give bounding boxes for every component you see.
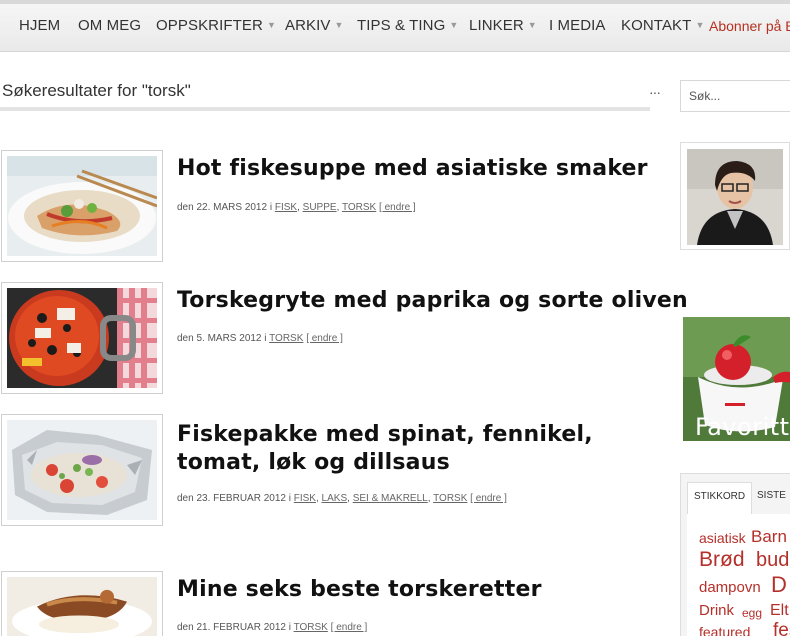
post-title[interactable]: Mine seks beste torskeretter xyxy=(177,576,542,604)
post-meta: den 23. FEBRUAR 2012 i FISK, LAKS, SEI &… xyxy=(177,493,507,504)
chevron-down-icon: ▼ xyxy=(449,20,459,30)
category-link[interactable]: TORSK xyxy=(433,493,467,504)
search-input[interactable] xyxy=(680,80,790,112)
edit-link[interactable]: [ endre ] xyxy=(379,202,416,213)
chevron-down-icon: ▼ xyxy=(266,20,276,30)
post-title[interactable]: Fiskepakke med spinat, fennikel, tomat, … xyxy=(177,421,647,477)
category-link[interactable]: SEI & MAKRELL xyxy=(353,493,428,504)
post-meta-in: i xyxy=(264,333,267,344)
nav-item-oppskrifter[interactable]: OPPSKRIFTER ▼ xyxy=(156,17,276,34)
nav-item-tips-ting[interactable]: TIPS & TING ▼ xyxy=(357,17,458,34)
chevron-down-icon: ▼ xyxy=(695,20,705,30)
post-thumbnail-fish-parcel[interactable] xyxy=(1,414,163,526)
category-link[interactable]: FISK xyxy=(294,493,316,504)
more-icon[interactable]: ··· xyxy=(649,84,661,100)
nav-label: HJEM xyxy=(19,17,61,34)
post-thumbnail-cod-dishes[interactable] xyxy=(1,571,163,636)
nav-label: OPPSKRIFTER xyxy=(156,17,263,34)
nav-item-hjem[interactable]: HJEM xyxy=(19,17,60,34)
tab-siste[interactable]: SISTE xyxy=(751,482,790,509)
tag-link[interactable]: Drink xyxy=(699,602,734,619)
post-thumbnail-cod-stew[interactable] xyxy=(1,282,163,394)
page-title: Søkeresultater for "torsk" xyxy=(2,81,191,100)
nav-label: LINKER xyxy=(469,17,524,34)
favorites-label: Favoritte xyxy=(695,413,790,441)
tag-link[interactable]: asiatisk xyxy=(699,530,746,546)
tag-link[interactable]: dampovn xyxy=(699,579,761,596)
fish-soup-image xyxy=(7,156,157,256)
tag-link[interactable]: Barn xyxy=(751,527,787,547)
post-meta-in: i xyxy=(288,493,291,504)
post-date: den 23. FEBRUAR 2012 xyxy=(177,493,286,504)
post-meta-in: i xyxy=(288,622,291,633)
category-link[interactable]: TORSK xyxy=(269,333,303,344)
category-link[interactable]: FISK xyxy=(275,202,297,213)
nav-label: TIPS & TING xyxy=(357,17,446,34)
post-meta-in: i xyxy=(269,202,273,213)
category-link[interactable]: TORSK xyxy=(342,202,376,213)
tags-widget: STIKKORD SISTE asiatisk Barn Brød bud da… xyxy=(680,473,790,636)
subscribe-link[interactable]: Abonner på B xyxy=(709,18,790,34)
nav-item-linker[interactable]: LINKER ▼ xyxy=(469,17,537,34)
tag-cloud: asiatisk Barn Brød bud dampovn D Drink e… xyxy=(687,514,790,636)
post-date: den 5. MARS 2012 xyxy=(177,333,262,344)
nav-item-i-media[interactable]: I MEDIA xyxy=(549,17,606,34)
nav-label: KONTAKT xyxy=(621,17,692,34)
post-meta: den 5. MARS 2012 i TORSK [ endre ] xyxy=(177,333,343,344)
chevron-down-icon: ▼ xyxy=(334,20,344,30)
nav-label: I MEDIA xyxy=(549,17,606,34)
tag-link[interactable]: bud xyxy=(756,549,789,572)
category-link[interactable]: TORSK xyxy=(294,622,328,633)
post-date: den 22. MARS 2012 xyxy=(177,202,268,213)
category-link[interactable]: SUPPE xyxy=(303,202,337,213)
tag-link[interactable]: Elt xyxy=(770,602,789,620)
nav-item-kontakt[interactable]: KONTAKT ▼ xyxy=(621,17,704,34)
post-meta: den 22. MARS 2012 i FISK, SUPPE, TORSK [… xyxy=(177,202,416,213)
post-thumbnail-fish-soup[interactable] xyxy=(1,150,163,262)
cod-stew-image xyxy=(7,288,157,388)
nav-item-om-meg[interactable]: OM MEG xyxy=(78,17,141,34)
post-title[interactable]: Torskegryte med paprika og sorte oliven xyxy=(177,287,688,315)
nav-item-arkiv[interactable]: ARKIV ▼ xyxy=(285,17,344,34)
nav-label: ARKIV xyxy=(285,17,331,34)
chevron-down-icon: ▼ xyxy=(527,20,537,30)
tag-link[interactable]: Brød xyxy=(699,548,745,572)
cod-dishes-image xyxy=(7,577,157,636)
edit-link[interactable]: [ endre ] xyxy=(306,333,343,344)
tag-link[interactable]: featured xyxy=(699,624,750,636)
fish-parcel-image xyxy=(7,420,157,520)
tag-link[interactable]: D xyxy=(771,572,787,598)
tab-stikkord[interactable]: STIKKORD xyxy=(687,482,753,514)
edit-link[interactable]: [ endre ] xyxy=(331,622,368,633)
post-date: den 21. FEBRUAR 2012 xyxy=(177,622,286,633)
edit-link[interactable]: [ endre ] xyxy=(470,493,507,504)
author-avatar[interactable] xyxy=(680,142,790,250)
post-title[interactable]: Hot fiskesuppe med asiatiske smaker xyxy=(177,155,648,183)
title-divider xyxy=(0,107,650,111)
post-meta: den 21. FEBRUAR 2012 i TORSK [ endre ] xyxy=(177,622,367,633)
tag-link[interactable]: fes xyxy=(773,620,790,636)
author-photo xyxy=(687,149,783,245)
top-navigation: HJEM OM MEG OPPSKRIFTER ▼ ARKIV ▼ TIPS & T… xyxy=(0,0,790,52)
favorites-banner[interactable]: Favoritte xyxy=(683,317,790,441)
tag-link[interactable]: egg xyxy=(742,606,762,620)
nav-label: OM MEG xyxy=(78,17,142,34)
category-link[interactable]: LAKS xyxy=(322,493,348,504)
